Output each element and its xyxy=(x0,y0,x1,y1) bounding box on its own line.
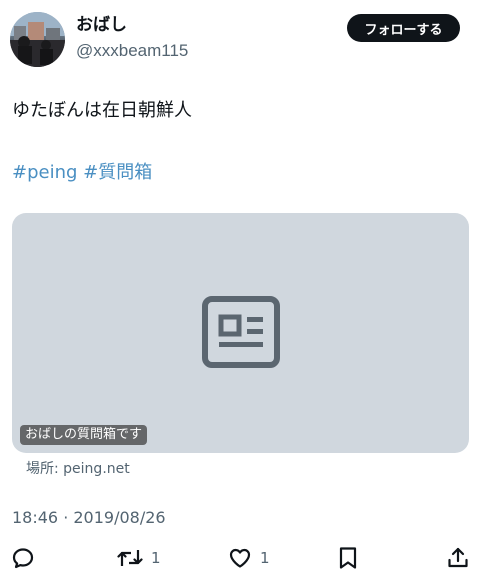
avatar-image xyxy=(10,12,65,67)
card-domain[interactable]: 場所: peing.net xyxy=(26,460,130,478)
user-handle[interactable]: @xxxbeam115 xyxy=(76,40,188,62)
hashtags: #peing #質問箱 xyxy=(12,160,152,186)
retweet-icon xyxy=(117,550,143,566)
follow-button[interactable]: フォローする xyxy=(347,14,460,42)
reply-button[interactable] xyxy=(11,545,35,571)
display-name[interactable]: おばし xyxy=(76,14,127,36)
retweet-count: 1 xyxy=(151,549,161,567)
bookmark-button[interactable] xyxy=(337,545,359,571)
reply-icon xyxy=(12,548,34,569)
retweet-button[interactable]: 1 xyxy=(117,545,161,571)
avatar[interactable] xyxy=(10,12,65,67)
share-button[interactable] xyxy=(446,545,470,571)
like-count: 1 xyxy=(260,549,270,567)
heart-icon xyxy=(229,548,251,568)
link-card[interactable]: おばしの質問箱です xyxy=(12,213,469,453)
timestamp[interactable]: 18:46 · 2019/08/26 xyxy=(12,508,166,528)
share-icon xyxy=(448,547,468,568)
card-caption: おばしの質問箱です xyxy=(20,425,148,445)
bookmark-icon xyxy=(339,547,357,569)
tweet-text: ゆたぼんは在日朝鮮人 xyxy=(12,100,192,121)
article-icon xyxy=(202,296,280,368)
like-button[interactable]: 1 xyxy=(228,545,270,571)
hashtag-question-box[interactable]: #質問箱 xyxy=(83,162,152,183)
hashtag-peing[interactable]: #peing xyxy=(12,162,77,183)
